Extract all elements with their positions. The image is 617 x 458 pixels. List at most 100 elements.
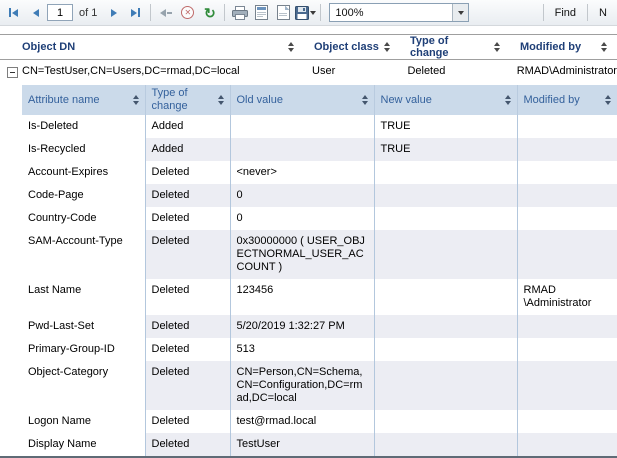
- cell-modified-by: [517, 138, 617, 161]
- table-row: Logon Name Deleted test@rmad.local: [22, 410, 617, 433]
- cell-change: Deleted: [145, 184, 230, 207]
- sort-icon[interactable]: [505, 95, 511, 105]
- toolbar-separator: [543, 4, 544, 21]
- stop-icon: ✕: [181, 6, 194, 19]
- refresh-button[interactable]: ↻: [199, 2, 220, 24]
- cell-new-value: [374, 207, 517, 230]
- table-row: Pwd-Last-Set Deleted 5/20/2019 1:32:27 P…: [22, 315, 617, 338]
- table-row: Primary-Group-ID Deleted 513: [22, 338, 617, 361]
- zoom-value: 100%: [330, 7, 452, 19]
- back-to-parent-button[interactable]: [155, 2, 176, 24]
- sort-icon[interactable]: [362, 95, 368, 105]
- report-toolbar: of 1 ✕ ↻ 100% Find N: [0, 0, 617, 26]
- cell-old-value: [230, 138, 374, 161]
- print-button[interactable]: [229, 2, 250, 24]
- cell-change: Deleted: [145, 433, 230, 456]
- pages-total-label: of 1: [74, 7, 102, 19]
- cell-modified-by: [517, 315, 617, 338]
- next-page-button[interactable]: [103, 2, 124, 24]
- cell-modified-by: [517, 184, 617, 207]
- column-header-object-class: Object class: [306, 35, 402, 59]
- page-number-input[interactable]: [47, 4, 73, 21]
- cell-old-value: <never>: [230, 161, 374, 184]
- back-parent-icon: [160, 9, 166, 17]
- sort-icon[interactable]: [384, 42, 390, 52]
- group-modified-by: RMAD\Administrator: [509, 65, 617, 77]
- cell-change: Deleted: [145, 338, 230, 361]
- first-page-button[interactable]: [3, 2, 24, 24]
- cell-attribute: Last Name: [22, 279, 145, 315]
- sort-icon[interactable]: [133, 95, 139, 105]
- find-button[interactable]: Find: [548, 2, 583, 24]
- table-row: Last Name Deleted 123456 RMAD \Administr…: [22, 279, 617, 315]
- column-header-object-dn: Object DN: [0, 35, 306, 59]
- sort-icon[interactable]: [288, 42, 294, 52]
- cell-attribute: SAM-Account-Type: [22, 230, 145, 279]
- cell-old-value: 513: [230, 338, 374, 361]
- cell-old-value: 0: [230, 207, 374, 230]
- minus-icon: [10, 72, 15, 73]
- zoom-dropdown-button[interactable]: [452, 4, 468, 21]
- cell-new-value: TRUE: [374, 138, 517, 161]
- cell-new-value: [374, 230, 517, 279]
- group-object-dn: CN=TestUser,CN=Users,DC=rmad,DC=local: [0, 65, 304, 77]
- table-row: Account-Expires Deleted <never>: [22, 161, 617, 184]
- inner-column-header-attribute-name: Attribute name: [22, 85, 145, 115]
- export-dropdown-icon: [310, 11, 316, 15]
- collapse-toggle[interactable]: [7, 67, 18, 78]
- last-page-button[interactable]: [125, 2, 146, 24]
- first-page-icon: [9, 8, 11, 17]
- inner-column-header-new-value: New value: [374, 85, 517, 115]
- export-button[interactable]: [295, 2, 316, 24]
- previous-page-button[interactable]: [25, 2, 46, 24]
- cell-old-value: TestUser: [230, 433, 374, 456]
- cell-attribute: Account-Expires: [22, 161, 145, 184]
- column-header-type-of-change: Type of change: [402, 35, 512, 59]
- group-row: CN=TestUser,CN=Users,DC=rmad,DC=local Us…: [0, 60, 617, 85]
- cell-attribute: Is-Recycled: [22, 138, 145, 161]
- sort-icon[interactable]: [494, 42, 500, 52]
- stop-rendering-button[interactable]: ✕: [177, 2, 198, 24]
- print-layout-button[interactable]: [251, 2, 272, 24]
- inner-column-header-type-of-change: Type of change: [145, 85, 230, 115]
- previous-page-icon: [33, 9, 39, 17]
- cell-modified-by: [517, 230, 617, 279]
- cell-change: Deleted: [145, 315, 230, 338]
- sort-icon[interactable]: [605, 95, 611, 105]
- print-icon: [232, 6, 248, 20]
- cell-old-value: 5/20/2019 1:32:27 PM: [230, 315, 374, 338]
- sort-icon[interactable]: [218, 95, 224, 105]
- page-setup-icon: [277, 5, 290, 20]
- inner-column-header-old-value: Old value: [230, 85, 374, 115]
- inner-column-header-modified-by: Modified by: [517, 85, 617, 115]
- table-row: Code-Page Deleted 0: [22, 184, 617, 207]
- cell-change: Deleted: [145, 230, 230, 279]
- cell-attribute: Primary-Group-ID: [22, 338, 145, 361]
- table-row: Is-Deleted Added TRUE: [22, 115, 617, 138]
- page-setup-button[interactable]: [273, 2, 294, 24]
- cell-attribute: Object-Category: [22, 361, 145, 410]
- outer-table-header: Object DN Object class Type of change Mo…: [0, 34, 617, 60]
- cell-new-value: [374, 433, 517, 456]
- cell-change: Deleted: [145, 410, 230, 433]
- cell-attribute: Logon Name: [22, 410, 145, 433]
- cell-change: Deleted: [145, 161, 230, 184]
- cell-new-value: [374, 184, 517, 207]
- next-page-icon: [111, 9, 117, 17]
- zoom-select[interactable]: 100%: [329, 3, 469, 22]
- cell-modified-by: [517, 410, 617, 433]
- cell-attribute: Code-Page: [22, 184, 145, 207]
- refresh-icon: ↻: [204, 6, 216, 20]
- attribute-table-header: Attribute name Type of change Old value …: [22, 85, 617, 115]
- cell-old-value: [230, 115, 374, 138]
- sort-icon[interactable]: [601, 42, 607, 52]
- cell-modified-by: [517, 338, 617, 361]
- find-next-button[interactable]: N: [592, 2, 614, 24]
- toolbar-separator: [320, 4, 321, 21]
- cell-new-value: [374, 279, 517, 315]
- toolbar-separator: [587, 4, 588, 21]
- cell-change: Deleted: [145, 207, 230, 230]
- export-save-icon: [295, 6, 309, 20]
- table-row: SAM-Account-Type Deleted 0x30000000 ( US…: [22, 230, 617, 279]
- cell-modified-by: [517, 161, 617, 184]
